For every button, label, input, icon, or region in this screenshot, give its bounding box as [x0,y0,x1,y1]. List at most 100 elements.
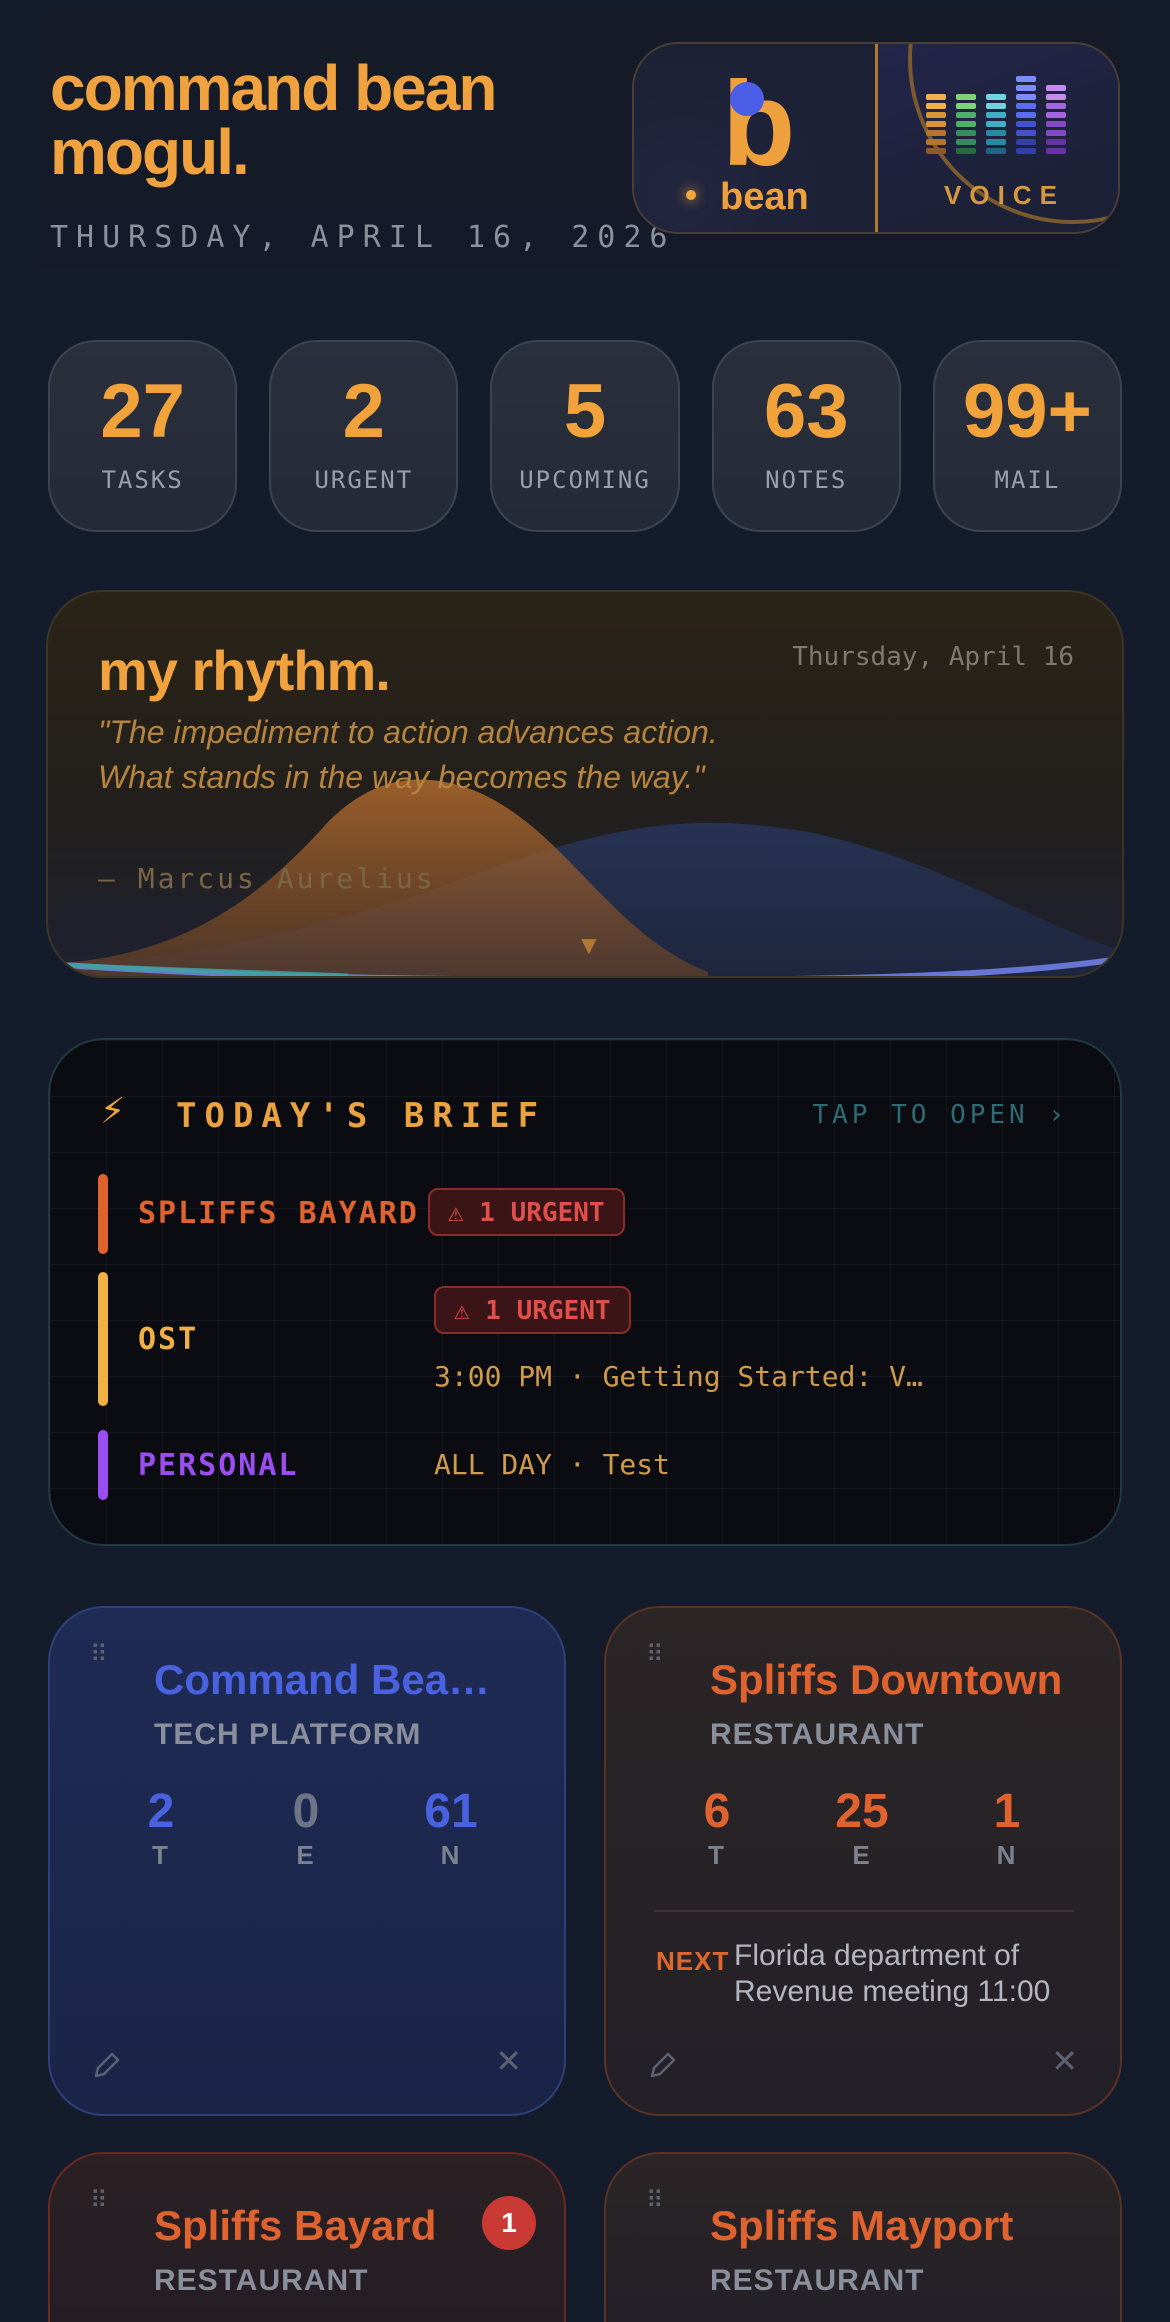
stat-value: 99+ [962,369,1092,454]
app-title: command bean mogul. [50,52,497,188]
venue-card-spliffs-bayard[interactable]: ⠿ Spliffs Bayard RESTAURANT 1 [48,2152,566,2322]
equalizer-segment [956,139,976,145]
equalizer-segment [1016,94,1036,100]
equalizer-segment [1016,130,1036,136]
urgent-badge: ⚠ 1 URGENT [428,1188,625,1236]
card-stat-notes: 1 N [952,1784,1062,1871]
venue-card-spliffs-downtown[interactable]: ⠿ Spliffs Downtown RESTAURANT 6 T 25 E 1… [604,1606,1122,2116]
card-stat-value: 0 [292,1785,320,1838]
equalizer-segment [926,112,946,118]
equalizer-segment [1016,121,1036,127]
equalizer-segment [1046,103,1066,109]
equalizer-bar [926,94,946,154]
close-icon[interactable]: ✕ [1051,2042,1078,2080]
equalizer-segment [1016,112,1036,118]
stat-notes[interactable]: 63 NOTES [711,340,901,532]
venue-card-command-bean[interactable]: ⠿ Command Bea… TECH PLATFORM 2 T 0 E 61 … [48,1606,566,2116]
stat-urgent[interactable]: 2 URGENT [269,340,459,532]
equalizer-segment [1046,148,1066,154]
logo-dot-icon [730,82,764,116]
pencil-icon[interactable] [646,2048,680,2082]
equalizer-segment [926,103,946,109]
rhythm-date: Thursday, April 16 [792,642,1074,672]
stat-upcoming[interactable]: 5 UPCOMING [490,340,680,532]
card-stat-label: T [152,1840,170,1870]
card-stat-label: N [996,1840,1018,1870]
stat-value: 63 [763,369,849,454]
card-stat-label: E [852,1840,872,1870]
equalizer-bar [956,94,976,154]
brief-row-ost[interactable]: OST ⚠ 1 URGENT 3:00 PM · Getting Started… [98,1272,1098,1406]
drag-handle-icon[interactable]: ⠿ [90,2186,108,2215]
stat-label: TASKS [101,466,184,494]
glow-dot-icon [686,190,696,200]
equalizer-segment [986,94,1006,100]
expand-chevron-icon[interactable]: ▼ [576,930,602,961]
stat-label: URGENT [314,466,414,494]
card-stat-label: E [296,1840,316,1870]
close-icon[interactable]: ✕ [495,2042,522,2080]
stat-tasks[interactable]: 27 TASKS [48,340,238,532]
equalizer-segment [926,94,946,100]
stat-value: 5 [563,369,607,454]
bean-logo[interactable]: b bean [634,44,878,232]
brief-row-spliffs-bayard[interactable]: SPLIFFS BAYARD ⚠ 1 URGENT [98,1174,1098,1254]
card-stat-tasks: 2 T [106,1784,216,1871]
equalizer-icon [926,70,1066,154]
equalizer-segment [956,94,976,100]
equalizer-segment [1016,148,1036,154]
card-stats: 2 T 0 E 61 N [106,1784,506,1871]
row-accent-bar [98,1174,108,1254]
row-accent-bar [98,1430,108,1500]
rhythm-card[interactable]: my rhythm. Thursday, April 16 "The imped… [46,590,1124,978]
equalizer-segment [986,148,1006,154]
equalizer-segment [986,139,1006,145]
brief-row-event: ALL DAY · Test [434,1448,671,1481]
lightning-icon: ⚡ [100,1090,126,1131]
card-stat-value: 1 [993,1785,1021,1838]
pencil-icon[interactable] [90,2048,124,2082]
equalizer-segment [1046,139,1066,145]
quote-author: — Marcus Aurelius [98,862,436,895]
urgent-badge: ⚠ 1 URGENT [434,1286,631,1334]
drag-handle-icon[interactable]: ⠿ [646,2186,664,2215]
logo-voice-widget[interactable]: b bean VOICE [632,42,1120,234]
card-stat-label: T [708,1840,726,1870]
equalizer-segment [956,103,976,109]
equalizer-segment [956,121,976,127]
venue-card-spliffs-mayport[interactable]: ⠿ Spliffs Mayport RESTAURANT [604,2152,1122,2322]
equalizer-segment [986,112,1006,118]
next-event-text: Florida department of Revenue meeting 11… [734,1939,1051,2008]
card-type: RESTAURANT [710,2264,925,2297]
card-stat-value: 6 [703,1785,731,1838]
drag-handle-icon[interactable]: ⠿ [90,1640,108,1669]
rhythm-title: my rhythm. [98,639,391,702]
card-stat-value: 2 [147,1785,175,1838]
stats-row: 27 TASKS 2 URGENT 5 UPCOMING 63 NOTES 99… [48,340,1123,532]
equalizer-segment [1046,94,1066,100]
card-stat-events: 0 E [251,1784,361,1871]
equalizer-bar [1016,76,1036,154]
equalizer-segment [1016,76,1036,82]
stat-value: 27 [100,369,185,454]
brief-title: TODAY'S BRIEF [176,1096,547,1136]
equalizer-bar [986,94,1006,154]
brief-row-personal[interactable]: PERSONAL ALL DAY · Test [98,1430,1098,1500]
stat-mail[interactable]: 99+ MAIL [932,340,1123,532]
equalizer-bar [1046,85,1066,154]
card-title: Spliffs Downtown [710,1656,1063,1703]
card-stat-events: 25 E [807,1784,917,1871]
equalizer-segment [1016,103,1036,109]
equalizer-segment [926,121,946,127]
equalizer-segment [986,130,1006,136]
voice-button[interactable]: VOICE [878,44,1118,232]
equalizer-segment [986,121,1006,127]
daily-quote: "The impediment to action advances actio… [98,714,718,795]
stat-label: NOTES [765,466,848,494]
equalizer-segment [956,148,976,154]
voice-label: VOICE [944,180,1065,210]
drag-handle-icon[interactable]: ⠿ [646,1640,664,1669]
tap-to-open-link[interactable]: TAP TO OPEN › [813,1100,1069,1130]
equalizer-segment [1016,139,1036,145]
todays-brief-card[interactable]: ⚡ TODAY'S BRIEF TAP TO OPEN › SPLIFFS BA… [48,1038,1122,1546]
